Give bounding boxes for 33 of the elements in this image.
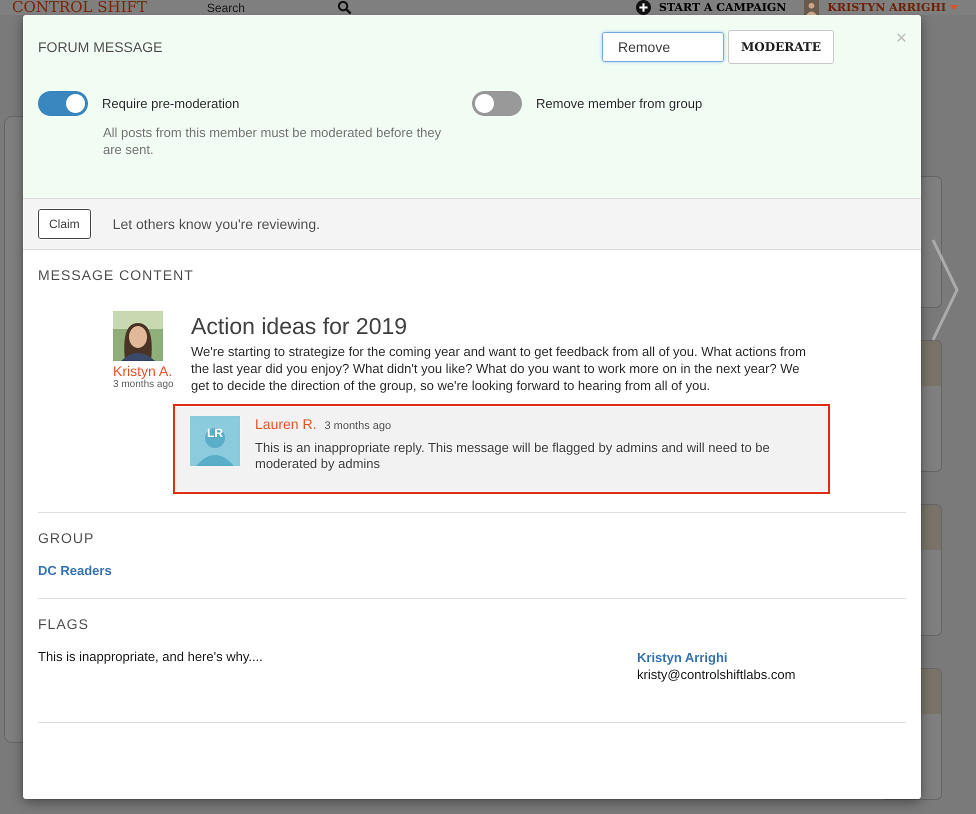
logo[interactable]: CONTROL SHIFT [12,0,147,15]
avatar[interactable] [804,0,820,15]
moderate-button[interactable]: MODERATE [728,30,834,64]
reply-text: This is an inappropriate reply. This message will be flagged by admins and will need to be moderated by admins [255,440,771,472]
post-body: We're starting to strategize for the coming year and want to get feedback from all of you. What actions from the last year did you enjoy? What didn't you like? What do you want to work more on in the next year? We get to decide the direction of the group, so we're looking forward to hearing from all of you. [191,343,807,394]
start-campaign-link[interactable]: START A CAMPAIGN [658,1,786,14]
post-time: 3 months ago [113,379,174,390]
author-name[interactable]: Lauren R. [255,416,316,432]
toggle-label: Remove member from group [536,96,702,111]
modal-title: FORUM MESSAGE [38,39,162,55]
group-link[interactable]: DC Readers [38,563,112,578]
section-heading: FLAGS [38,616,90,632]
user-menu[interactable]: KRISTYN ARRIGHI [827,1,946,14]
author-name[interactable]: Kristyn A. [113,363,172,379]
search-icon[interactable] [336,0,352,15]
reporter-email: kristy@controlshiftlabs.com [637,667,796,682]
claim-button[interactable]: Claim [38,209,91,239]
toggle-switch[interactable] [472,91,522,116]
plus-icon[interactable] [636,0,651,15]
help-text: All posts from this member must be moderated before they are sent. [103,124,442,158]
claim-note: Let others know you're reviewing. [112,216,320,232]
avatar: LR [190,416,240,466]
section-heading: GROUP [38,530,96,546]
flag-reason: This is inappropriate, and here's why.... [38,649,264,666]
reply-time: 3 months ago [324,420,392,432]
avatar [113,311,163,361]
toggle-switch[interactable] [38,91,88,116]
action-field[interactable]: Remove [602,32,724,62]
toggle-label: Require pre-moderation [102,96,240,111]
post-title: Action ideas for 2019 [191,313,408,340]
reporter-link[interactable]: Kristyn Arrighi [637,650,728,665]
search-field[interactable]: Search [206,0,337,14]
section-heading: MESSAGE CONTENT [38,267,195,283]
